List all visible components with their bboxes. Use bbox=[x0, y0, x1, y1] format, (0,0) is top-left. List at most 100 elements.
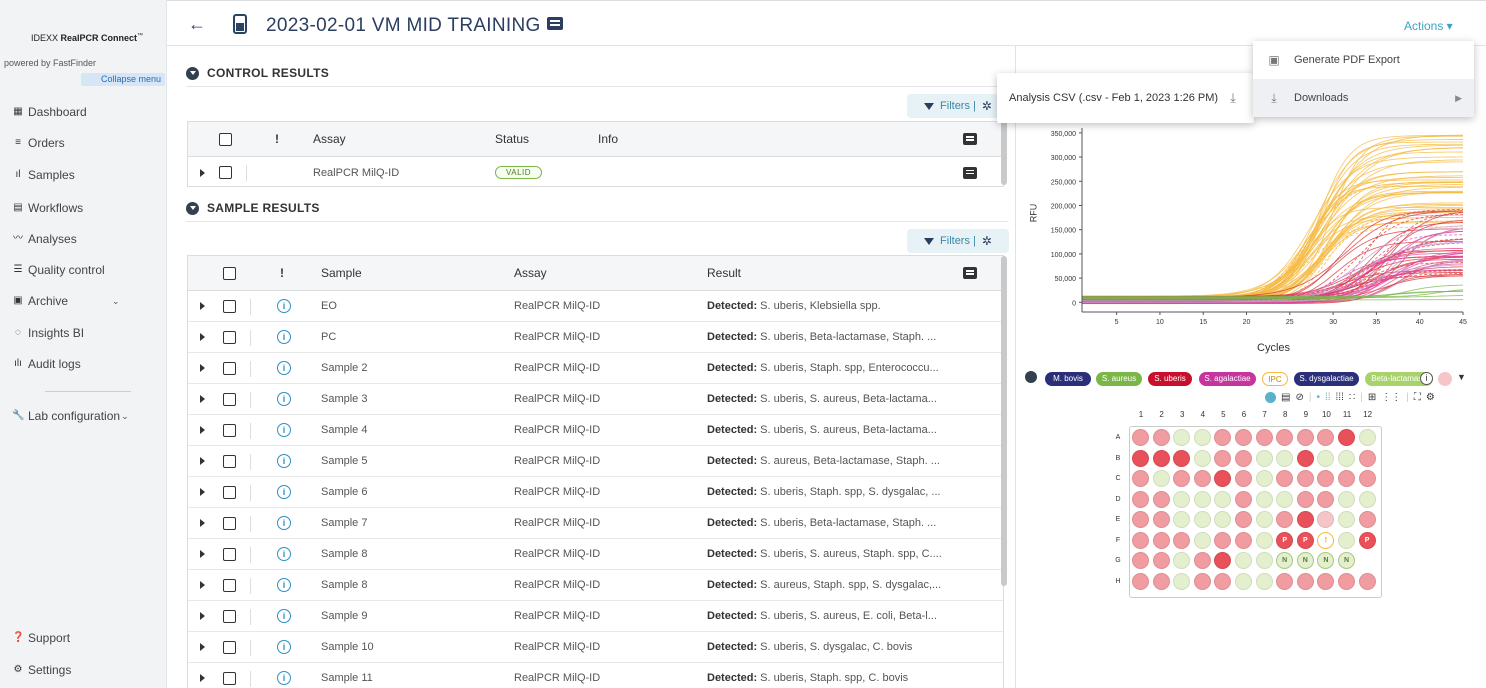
expand-caret-icon[interactable] bbox=[200, 612, 205, 620]
grid-small-icon[interactable]: ⁞⁞ bbox=[1325, 392, 1331, 403]
generate-pdf-menu-item[interactable]: ▣ Generate PDF Export bbox=[1253, 41, 1474, 79]
plate-well[interactable] bbox=[1338, 429, 1355, 446]
plate-well[interactable] bbox=[1276, 490, 1294, 508]
plate-well[interactable] bbox=[1132, 449, 1149, 467]
expand-caret-icon[interactable] bbox=[200, 168, 205, 177]
csv-download-popup[interactable]: Analysis CSV (.csv - Feb 1, 2023 1:26 PM… bbox=[997, 73, 1254, 123]
plate-well[interactable] bbox=[1152, 429, 1170, 446]
status-column[interactable]: Status bbox=[495, 122, 529, 156]
legend-chip[interactable]: S. aureus bbox=[1096, 372, 1142, 386]
plate-well[interactable] bbox=[1152, 449, 1170, 467]
sample-results-header[interactable]: SAMPLE RESULTS bbox=[186, 201, 320, 215]
fullscreen-icon[interactable]: ⛶ bbox=[1414, 392, 1421, 403]
table-row[interactable]: i Sample 4 RealPCR MilQ-ID Detected: S. ube… bbox=[188, 415, 1003, 446]
plate-well[interactable] bbox=[1317, 490, 1335, 508]
plate-well[interactable] bbox=[1296, 429, 1314, 446]
info-icon[interactable]: i bbox=[277, 423, 291, 437]
row-checkbox[interactable] bbox=[223, 485, 236, 499]
info-icon[interactable]: i bbox=[277, 609, 291, 623]
row-checkbox[interactable] bbox=[223, 392, 236, 406]
plate-well[interactable] bbox=[1296, 490, 1314, 508]
plate-well[interactable] bbox=[1173, 490, 1191, 508]
plate-well[interactable] bbox=[1193, 449, 1211, 467]
table-row[interactable]: i Sample 8 RealPCR MilQ-ID Detected: S. ube… bbox=[188, 539, 1003, 570]
comment-icon[interactable]: ▤ bbox=[1281, 392, 1290, 403]
row-checkbox[interactable] bbox=[223, 299, 236, 313]
table-row[interactable]: i Sample 8 RealPCR MilQ-ID Detected: S. aur… bbox=[188, 570, 1003, 601]
plate-well[interactable] bbox=[1173, 572, 1191, 590]
legend-chip[interactable]: S. uberis bbox=[1148, 372, 1192, 386]
legend-collapse-icon[interactable] bbox=[1025, 371, 1037, 383]
plate-well[interactable] bbox=[1132, 429, 1149, 446]
info-icon[interactable]: i bbox=[277, 299, 291, 313]
plate-layout-alt-icon[interactable]: ⋮⋮ bbox=[1381, 392, 1401, 403]
sample-column[interactable]: Sample bbox=[321, 256, 362, 290]
plate-well[interactable] bbox=[1132, 490, 1149, 508]
sidebar-item-settings[interactable]: ⚙ Settings bbox=[0, 658, 167, 682]
expand-caret-icon[interactable] bbox=[200, 550, 205, 558]
expand-caret-icon[interactable] bbox=[200, 426, 205, 434]
plate-well[interactable] bbox=[1173, 531, 1191, 549]
plate-well[interactable] bbox=[1193, 552, 1211, 569]
plate-well[interactable] bbox=[1255, 470, 1273, 487]
table-row[interactable]: i EO RealPCR MilQ-ID Detected: S. uberis, K… bbox=[188, 291, 1003, 322]
info-icon[interactable]: i bbox=[277, 361, 291, 375]
table-row[interactable]: RealPCR MilQ-ID VALID bbox=[188, 157, 1003, 188]
expand-caret-icon[interactable] bbox=[200, 395, 205, 403]
plate-well[interactable] bbox=[1152, 572, 1170, 590]
row-checkbox[interactable] bbox=[223, 516, 236, 530]
plate-well[interactable]: N bbox=[1338, 552, 1355, 569]
info-icon[interactable]: i bbox=[277, 671, 291, 685]
plate-well[interactable] bbox=[1296, 470, 1314, 487]
actions-dropdown[interactable]: Actions ▾ bbox=[1404, 19, 1453, 33]
expand-caret-icon[interactable] bbox=[200, 302, 205, 310]
plate-well[interactable] bbox=[1296, 511, 1314, 528]
plate-well[interactable] bbox=[1358, 572, 1376, 590]
plate-well[interactable] bbox=[1193, 490, 1211, 508]
dot-view-icon[interactable]: • bbox=[1316, 392, 1320, 403]
grid-medium-icon[interactable]: ⁞⁞⁞ bbox=[1336, 392, 1344, 403]
info-icon[interactable]: i bbox=[277, 640, 291, 654]
plate-well[interactable] bbox=[1235, 429, 1252, 446]
plate-well[interactable] bbox=[1193, 429, 1211, 446]
plate-well[interactable] bbox=[1276, 449, 1294, 467]
sidebar-item-workflows[interactable]: ▤ Workflows bbox=[0, 196, 167, 220]
amplification-chart[interactable]: 0 50,000 100,000 150,000 200,000 250,000 300,0… bbox=[1020, 120, 1480, 360]
table-row[interactable]: i Sample 10 RealPCR MilQ-ID Detected: S. ub… bbox=[188, 632, 1003, 663]
info-icon[interactable]: i bbox=[277, 516, 291, 530]
info-icon[interactable]: i bbox=[277, 454, 291, 468]
plate-well[interactable] bbox=[1255, 490, 1273, 508]
row-checkbox[interactable] bbox=[223, 578, 236, 592]
plate-well[interactable] bbox=[1152, 490, 1170, 508]
plate-well[interactable] bbox=[1255, 552, 1273, 569]
plate-well[interactable] bbox=[1173, 449, 1191, 467]
comment-icon[interactable] bbox=[546, 17, 563, 30]
plate-well[interactable] bbox=[1235, 470, 1252, 487]
expand-caret-icon[interactable] bbox=[200, 333, 205, 341]
info-icon[interactable]: i bbox=[1420, 372, 1433, 385]
info-column[interactable]: Info bbox=[598, 122, 618, 156]
plate-well[interactable] bbox=[1193, 572, 1211, 590]
plate-well[interactable] bbox=[1317, 572, 1335, 590]
info-icon[interactable]: i bbox=[277, 578, 291, 592]
comment-icon[interactable] bbox=[963, 267, 977, 279]
plate-well[interactable] bbox=[1152, 470, 1170, 487]
sidebar-item-analyses[interactable]: 〰 Analyses bbox=[0, 227, 167, 251]
sidebar-item-lab-configuration[interactable]: 🔧 Lab configuration ⌄ bbox=[0, 404, 167, 428]
plate-well[interactable] bbox=[1255, 572, 1273, 590]
comment-icon[interactable] bbox=[963, 133, 977, 145]
plate-well[interactable]: P bbox=[1276, 531, 1294, 549]
block-icon[interactable]: ⊘ bbox=[1295, 392, 1303, 403]
download-icon[interactable]: ⤓ bbox=[1230, 90, 1236, 106]
sidebar-item-orders[interactable]: ≡ Orders bbox=[0, 131, 167, 155]
control-results-header[interactable]: CONTROL RESULTS bbox=[186, 66, 329, 80]
plate-well[interactable] bbox=[1338, 572, 1355, 590]
plate-well[interactable] bbox=[1235, 572, 1252, 590]
plate-well[interactable] bbox=[1193, 470, 1211, 487]
row-checkbox[interactable] bbox=[223, 609, 236, 623]
plate-well[interactable] bbox=[1235, 490, 1252, 508]
plate-well[interactable] bbox=[1296, 449, 1314, 467]
sidebar-item-quality-control[interactable]: ☰ Quality control bbox=[0, 258, 167, 282]
plate-well[interactable] bbox=[1152, 531, 1170, 549]
plate-well[interactable] bbox=[1193, 531, 1211, 549]
